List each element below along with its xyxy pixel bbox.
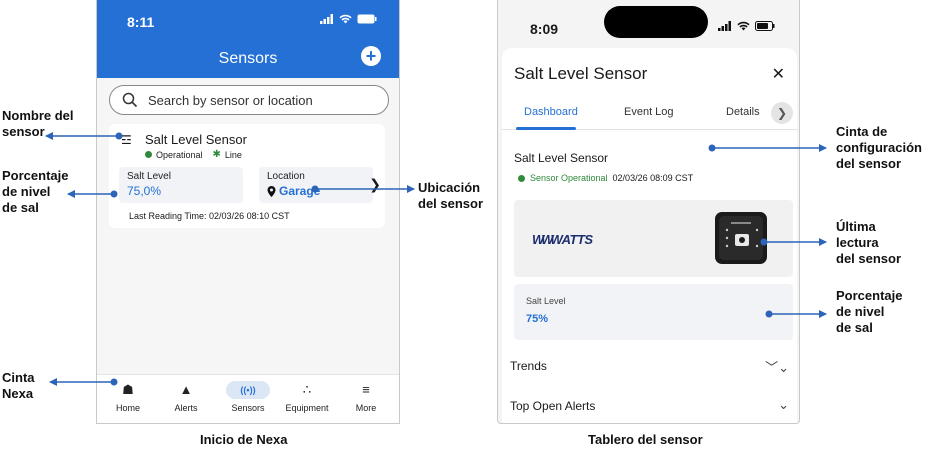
salt-level-metric: Salt Level 75% xyxy=(514,284,793,340)
status-timestamp: 02/03/26 08:09 CST xyxy=(612,173,694,183)
close-icon[interactable]: ✕ xyxy=(772,64,785,84)
caption-right: Tablero del sensor xyxy=(588,432,703,447)
sensor-status: Operational ✱ Line xyxy=(145,149,242,160)
status-bar: 8:11 xyxy=(97,14,399,34)
location-metric: Location Garage xyxy=(259,167,373,203)
watts-logo: WWWATTS xyxy=(532,232,593,247)
chevron-right-icon[interactable]: ❯ xyxy=(771,102,793,124)
search-bar[interactable] xyxy=(109,85,389,115)
sensor-name: Salt Level Sensor xyxy=(145,132,247,147)
salt-level-value: 75% xyxy=(526,313,549,325)
active-tab-indicator xyxy=(516,127,576,130)
annotation-nexa-tabbar: Cinta Nexa xyxy=(2,370,35,401)
battery-icon xyxy=(755,21,775,31)
signal-icon xyxy=(320,14,333,24)
chevron-down-icon: ⌄ xyxy=(778,397,789,412)
page-title: Sensors xyxy=(218,50,278,67)
caption-left: Inicio de Nexa xyxy=(200,432,288,447)
tab-details[interactable]: Details xyxy=(726,106,760,118)
header-bar: 8:11 Sensors + xyxy=(97,0,399,78)
tab-equipment[interactable]: ∴ Equipment xyxy=(282,381,332,413)
annotation-sensor-name: Nombre del sensor xyxy=(2,108,74,139)
tab-home[interactable]: ☗ Home xyxy=(103,381,153,413)
search-input[interactable] xyxy=(148,92,378,108)
bottom-tab-bar: ☗ Home ▲ Alerts ((•)) Sensors ∴ Equipmen… xyxy=(97,374,399,423)
tab-dashboard[interactable]: Dashboard xyxy=(524,106,578,118)
sensor-type-icon: ☲ xyxy=(121,133,132,147)
salt-level-value: 75,0% xyxy=(127,184,162,198)
plug-icon: ✱ xyxy=(212,149,221,160)
status-time: 8:11 xyxy=(127,14,155,30)
battery-icon xyxy=(357,14,377,24)
add-sensor-button[interactable]: + xyxy=(361,46,381,66)
sensor-status: Sensor Operational 02/03/26 08:09 CST xyxy=(518,173,693,183)
annotation-last-reading: Última lectura del sensor xyxy=(836,219,902,266)
salt-level-metric: Salt Level 75,0% xyxy=(119,167,243,203)
dynamic-island xyxy=(604,6,708,38)
status-time: 8:09 xyxy=(530,21,559,37)
equipment-icon: ∴ xyxy=(302,382,312,397)
menu-icon: ≡ xyxy=(362,382,370,397)
nexa-home-screen: 8:11 Sensors + ☲ Salt Level Sensor Opera… xyxy=(96,0,400,424)
top-open-alerts-section[interactable]: Top Open Alerts ⌄ xyxy=(510,397,789,413)
signal-icon xyxy=(718,21,731,31)
sensor-device-image xyxy=(715,212,767,264)
sensor-name: Salt Level Sensor xyxy=(514,151,609,165)
sensor-dashboard-screen: 8:09 Salt Level Sensor ✕ Dashboard Event… xyxy=(497,0,800,424)
sensor-sheet: Salt Level Sensor ✕ Dashboard Event Log … xyxy=(502,48,797,423)
sensor-card[interactable]: ☲ Salt Level Sensor Operational ✱ Line S… xyxy=(109,124,385,228)
annotation-salt-level-2: Porcentaje de nivel de sal xyxy=(836,288,903,335)
chevron-down-icon: ﹀⌄ xyxy=(765,360,789,375)
sensor-tabs: Dashboard Event Log Details ❯ xyxy=(502,100,797,130)
sensors-icon: ((•)) xyxy=(226,381,270,399)
search-icon xyxy=(122,92,138,108)
sensor-image-card: WWWATTS xyxy=(514,200,793,277)
status-dot xyxy=(145,151,152,158)
sheet-title: Salt Level Sensor xyxy=(514,64,648,83)
location-pin-icon xyxy=(267,185,276,197)
bell-icon: ▲ xyxy=(179,382,193,397)
last-reading-time: Last Reading Time: 02/03/26 08:10 CST xyxy=(129,211,290,221)
tab-sensors[interactable]: ((•)) Sensors xyxy=(223,381,273,413)
tab-alerts[interactable]: ▲ Alerts xyxy=(161,381,211,413)
chevron-right-icon[interactable]: ❯ xyxy=(369,176,381,193)
annotation-location: Ubicación del sensor xyxy=(418,180,484,211)
wifi-icon xyxy=(737,21,750,31)
annotation-config: Cinta de configuración del sensor xyxy=(836,124,922,171)
wifi-icon xyxy=(339,14,352,24)
annotation-salt-level-1: Porcentaje de nivel de sal xyxy=(2,168,69,215)
status-dot xyxy=(518,174,525,182)
trends-section[interactable]: Trends ﹀⌄ xyxy=(510,359,789,375)
tab-event-log[interactable]: Event Log xyxy=(624,106,674,118)
tab-more[interactable]: ≡ More xyxy=(341,381,391,413)
location-value: Garage xyxy=(279,184,321,198)
home-icon: ☗ xyxy=(122,382,134,397)
